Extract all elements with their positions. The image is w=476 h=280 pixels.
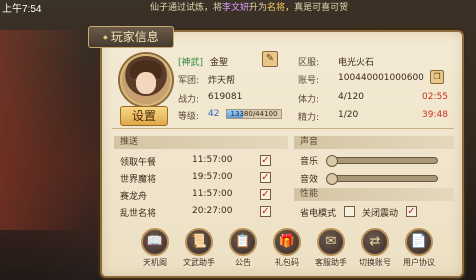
push-item-name: 赛龙舟 — [120, 192, 148, 202]
switch-account-label: 切换账号 — [359, 258, 391, 267]
level-label: 等级: — [178, 112, 200, 122]
notice-icon: 📋 — [229, 228, 257, 256]
assistant-button[interactable]: 📜 文武助手 — [180, 228, 218, 276]
broadcast-role: 名将 — [267, 3, 286, 13]
switch-icon: ⇄ — [361, 228, 389, 256]
notice-button[interactable]: 📋 公告 — [224, 228, 262, 276]
stamina-timer: 02:55 — [422, 92, 448, 102]
push-item-checkbox[interactable]: ✓ — [260, 155, 271, 166]
push-item-name: 世界魔将 — [120, 175, 157, 185]
agreement-icon: 📄 — [405, 228, 433, 256]
level-value: 42 — [208, 109, 220, 119]
avatar[interactable] — [120, 54, 172, 106]
pencil-icon: ✎ — [265, 53, 275, 64]
section-divider — [112, 128, 454, 129]
service-button[interactable]: ✉ 客服助手 — [312, 228, 350, 276]
bottom-button-row: 📖 天机阁 📜 文武助手 📋 公告 🎁 礼包码 ✉ 客服助手 ⇄ 切换账号 📄 … — [136, 228, 456, 276]
player-info-panel: 玩家信息 设置 [神武] 金聖 ✎ 军团: 炸天帮 战力: 619081 等级:… — [88, 26, 464, 278]
guild-tag: [神武] — [178, 58, 204, 68]
sfx-label: 音效 — [300, 175, 319, 185]
account-label: 账号: — [298, 76, 320, 86]
assistant-label: 文武助手 — [183, 258, 215, 267]
switch-account-button[interactable]: ⇄ 切换账号 — [356, 228, 394, 276]
performance-section-header: 性能 — [294, 188, 454, 201]
push-item-checkbox[interactable]: ✓ — [260, 172, 271, 183]
book-icon: 📖 — [141, 228, 169, 256]
copy-icon: ❐ — [433, 72, 441, 81]
gift-code-label: 礼包码 — [275, 258, 299, 267]
server-label: 区服: — [298, 58, 320, 68]
push-section-header: 推送 — [114, 136, 288, 149]
sound-section-header: 声音 — [294, 136, 454, 149]
push-item-checkbox[interactable]: ✓ — [260, 206, 271, 217]
energy-value: 1/20 — [338, 110, 359, 120]
stamina-label: 体力: — [298, 95, 320, 105]
edit-name-button[interactable]: ✎ — [262, 51, 278, 67]
player-name: 金聖 — [210, 58, 229, 68]
broadcast-pre: 仙子通过试炼，将 — [150, 3, 223, 13]
service-icon: ✉ — [317, 228, 345, 256]
music-slider-knob[interactable] — [326, 155, 338, 167]
energy-label: 精力: — [298, 113, 320, 123]
broadcast-mid: 升为 — [249, 3, 268, 13]
push-item: 乱世名将 20:27:00 ✓ — [120, 204, 284, 220]
agreement-button[interactable]: 📄 用户协议 — [400, 228, 438, 276]
settings-button[interactable]: 设置 — [120, 106, 168, 126]
broadcast-post: ，真是可喜可贺 — [285, 3, 349, 13]
avatar-face — [136, 72, 156, 94]
gift-icon: 🎁 — [273, 228, 301, 256]
push-item-time: 19:57:00 — [192, 172, 233, 182]
notice-label: 公告 — [235, 258, 251, 267]
power-label: 战力: — [178, 95, 200, 105]
broadcast-who: 李文妍 — [222, 3, 250, 13]
status-time: 上午7:54 — [2, 4, 42, 15]
push-item-checkbox[interactable]: ✓ — [260, 189, 271, 200]
power-value: 619081 — [208, 92, 243, 102]
disable-shake-checkbox[interactable]: ✓ — [406, 206, 417, 217]
push-item-name: 乱世名将 — [120, 209, 157, 219]
sfx-slider[interactable] — [326, 173, 438, 185]
disable-shake-label: 关闭震动 — [362, 209, 399, 219]
sfx-slider-knob[interactable] — [326, 173, 338, 185]
music-label: 音乐 — [300, 157, 319, 167]
push-item-time: 11:57:00 — [192, 189, 233, 199]
music-slider[interactable] — [326, 155, 438, 167]
push-item: 世界魔将 19:57:00 ✓ — [120, 170, 284, 186]
legion-value: 炸天帮 — [208, 76, 236, 86]
tianji-label: 天机阁 — [143, 258, 167, 267]
stamina-value: 4/120 — [338, 92, 364, 102]
power-save-checkbox[interactable] — [344, 206, 355, 217]
service-label: 客服助手 — [315, 258, 347, 267]
background-building — [0, 30, 90, 230]
push-item-name: 领取午餐 — [120, 158, 157, 168]
push-item: 赛龙舟 11:57:00 ✓ — [120, 187, 284, 203]
account-value: 100440001000600 — [338, 73, 424, 83]
copy-account-button[interactable]: ❐ — [430, 70, 444, 84]
push-item-time: 11:57:00 — [192, 155, 233, 165]
push-item: 领取午餐 11:57:00 ✓ — [120, 153, 284, 169]
legion-label: 军团: — [178, 76, 200, 86]
server-value: 电光火石 — [338, 58, 375, 68]
energy-timer: 39:48 — [422, 110, 448, 120]
tianji-button[interactable]: 📖 天机阁 — [136, 228, 174, 276]
scroll-icon: 📜 — [185, 228, 213, 256]
panel-title: 玩家信息 — [88, 26, 174, 48]
gift-code-button[interactable]: 🎁 礼包码 — [268, 228, 306, 276]
push-item-time: 20:27:00 — [192, 206, 233, 216]
power-save-label: 省电模式 — [300, 209, 337, 219]
agreement-label: 用户协议 — [403, 258, 435, 267]
broadcast-marquee: 仙子通过试炼，将李文妍升为名将，真是可喜可贺 — [150, 0, 348, 14]
exp-text: 13380/44100 — [230, 110, 278, 118]
